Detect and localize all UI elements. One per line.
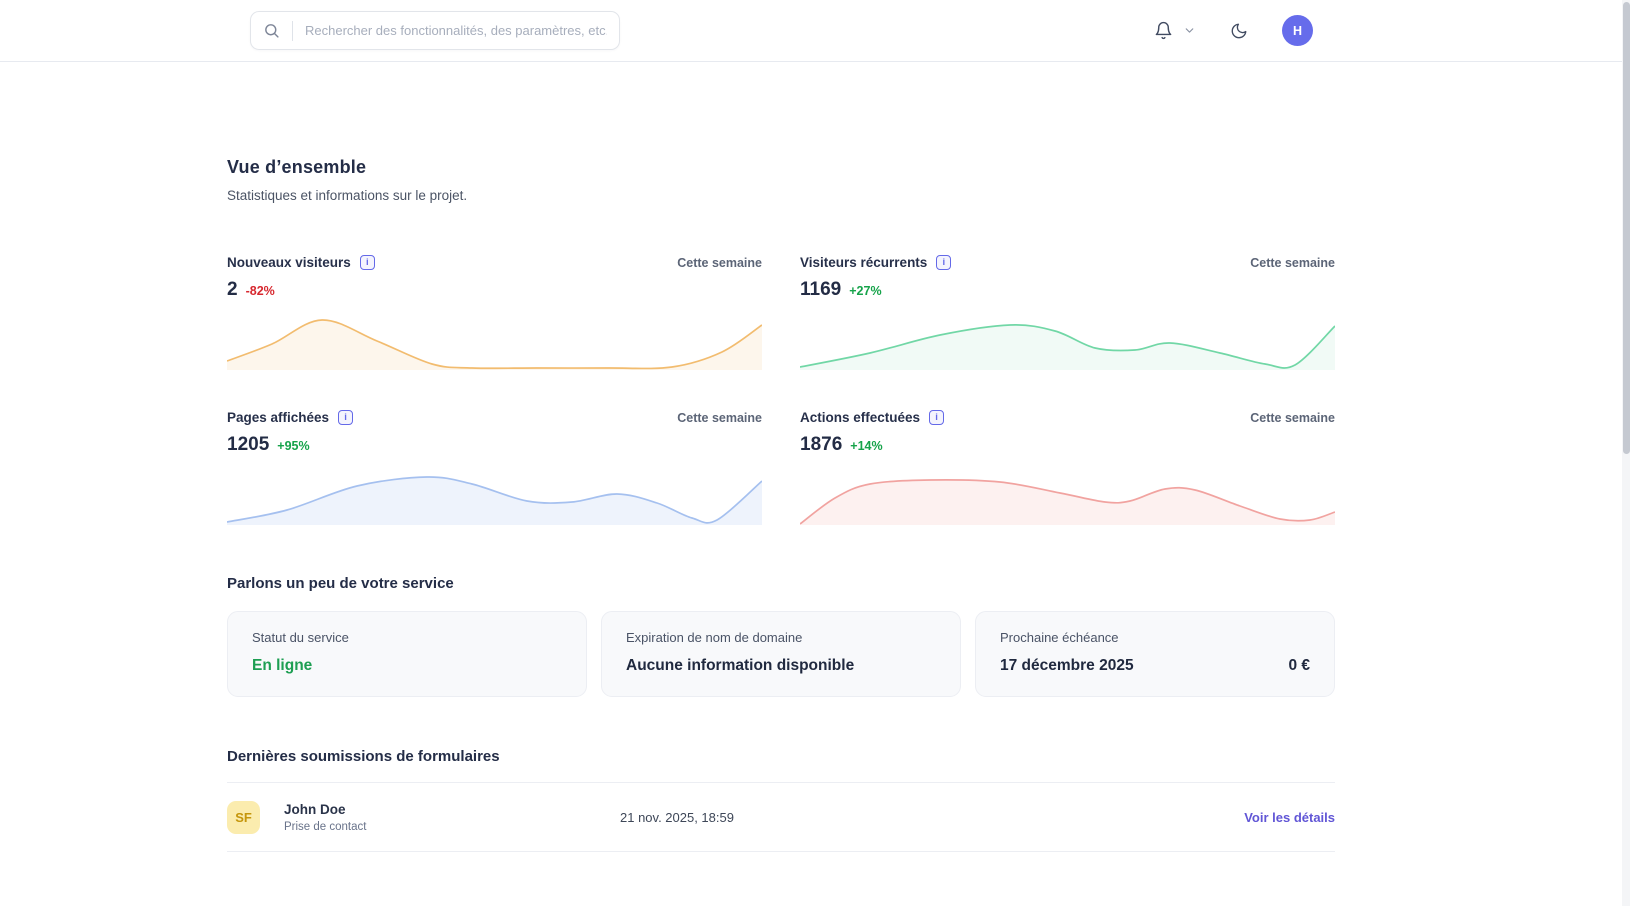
top-right-controls: H xyxy=(1154,15,1313,46)
search-input[interactable] xyxy=(305,23,607,38)
service-status-value: En ligne xyxy=(252,657,312,675)
stat-delta: +14% xyxy=(850,439,882,453)
info-icon[interactable]: i xyxy=(929,410,944,425)
stat-period: Cette semaine xyxy=(1250,411,1335,425)
scrollbar-track[interactable] xyxy=(1622,0,1630,906)
search-box[interactable] xyxy=(250,11,620,50)
chevron-down-icon[interactable] xyxy=(1183,24,1196,37)
domain-expiration-value: Aucune information disponible xyxy=(626,657,854,675)
stat-page-views: Pages affichées i Cette semaine 1205 +95… xyxy=(227,410,762,525)
sparkline-chart-page-views xyxy=(227,468,762,525)
stat-label: Pages affichées xyxy=(227,410,329,425)
info-icon[interactable]: i xyxy=(360,255,375,270)
submissions-section-title: Dernières soumissions de formulaires xyxy=(227,748,1335,765)
card-label: Statut du service xyxy=(252,630,562,645)
submission-row: SF John Doe Prise de contact 21 nov. 202… xyxy=(227,783,1335,851)
page-title: Vue d’ensemble xyxy=(227,157,1335,178)
domain-expiration-card: Expiration de nom de domaine Aucune info… xyxy=(601,611,961,697)
stat-new-visitors: Nouveaux visiteurs i Cette semaine 2 -82… xyxy=(227,255,762,370)
submission-date: 21 nov. 2025, 18:59 xyxy=(620,810,1244,825)
stat-delta: +27% xyxy=(849,284,881,298)
scrollbar-thumb[interactable] xyxy=(1623,2,1630,454)
card-label: Prochaine échéance xyxy=(1000,630,1310,645)
stat-returning-visitors: Visiteurs récurrents i Cette semaine 116… xyxy=(800,255,1335,370)
next-due-amount: 0 € xyxy=(1288,657,1310,675)
sparkline-chart-returning-visitors xyxy=(800,313,1335,370)
stat-value: 1205 xyxy=(227,434,269,456)
dark-mode-toggle[interactable] xyxy=(1230,22,1248,40)
service-status-card: Statut du service En ligne xyxy=(227,611,587,697)
card-label: Expiration de nom de domaine xyxy=(626,630,936,645)
info-icon[interactable]: i xyxy=(936,255,951,270)
info-icon[interactable]: i xyxy=(338,410,353,425)
sparkline-chart-actions xyxy=(800,468,1335,525)
next-due-date-value: 17 décembre 2025 xyxy=(1000,657,1134,675)
stat-period: Cette semaine xyxy=(677,411,762,425)
submission-name: John Doe xyxy=(284,802,620,817)
stats-grid: Nouveaux visiteurs i Cette semaine 2 -82… xyxy=(227,255,1335,525)
submission-type: Prise de contact xyxy=(284,821,620,833)
page-subtitle: Statistiques et informations sur le proj… xyxy=(227,188,1335,203)
stat-label: Nouveaux visiteurs xyxy=(227,255,351,270)
stat-label: Actions effectuées xyxy=(800,410,920,425)
stat-value: 2 xyxy=(227,279,238,301)
stat-period: Cette semaine xyxy=(677,256,762,270)
main-content: Vue d’ensemble Statistiques et informati… xyxy=(227,157,1335,852)
view-details-link[interactable]: Voir les détails xyxy=(1244,810,1335,825)
sparkline-chart-new-visitors xyxy=(227,313,762,370)
search-icon xyxy=(263,22,280,39)
stat-period: Cette semaine xyxy=(1250,256,1335,270)
stat-delta: +95% xyxy=(277,439,309,453)
stat-actions: Actions effectuées i Cette semaine 1876 … xyxy=(800,410,1335,525)
service-section-title: Parlons un peu de votre service xyxy=(227,575,1335,592)
user-avatar[interactable]: H xyxy=(1282,15,1313,46)
stat-label: Visiteurs récurrents xyxy=(800,255,927,270)
stat-value: 1169 xyxy=(800,279,841,301)
bell-icon[interactable] xyxy=(1154,21,1173,40)
stat-value: 1876 xyxy=(800,434,842,456)
stat-delta: -82% xyxy=(246,284,275,298)
next-due-date-card: Prochaine échéance 17 décembre 2025 0 € xyxy=(975,611,1335,697)
top-bar: H xyxy=(0,0,1630,62)
moon-icon xyxy=(1230,22,1248,40)
service-cards: Statut du service En ligne Expiration de… xyxy=(227,611,1335,697)
divider xyxy=(227,851,1335,852)
submission-avatar: SF xyxy=(227,801,260,834)
search-divider xyxy=(292,21,293,41)
notifications-menu[interactable] xyxy=(1154,21,1196,40)
